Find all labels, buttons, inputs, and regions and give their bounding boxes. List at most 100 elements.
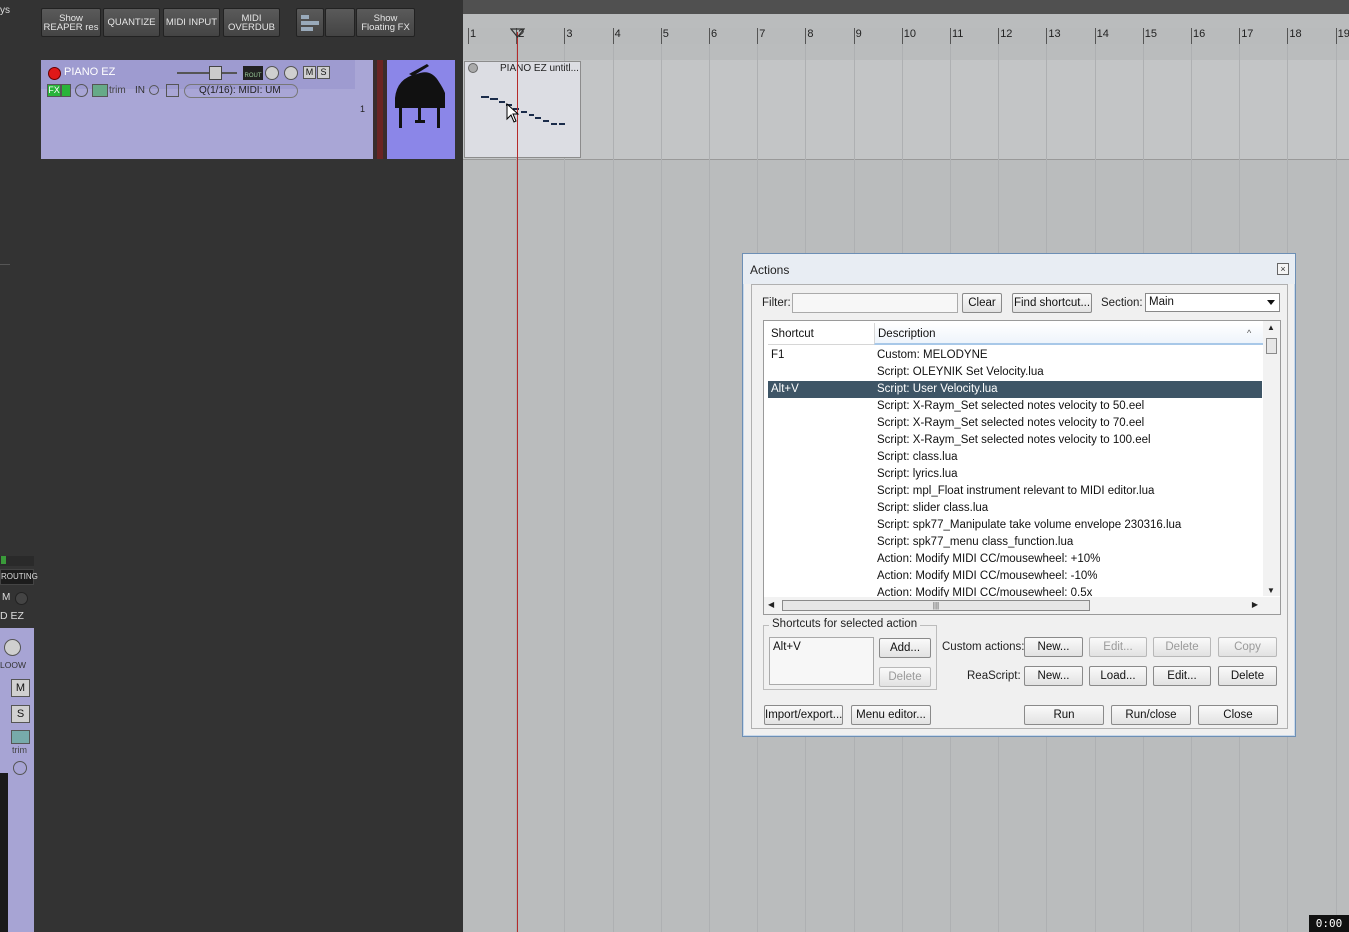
strip-mute-button[interactable]: M	[11, 679, 30, 697]
quantize-button[interactable]: QUANTIZE	[103, 8, 160, 37]
scroll-down-icon[interactable]: ▼	[1267, 586, 1275, 595]
track-name[interactable]: PIANO EZ	[64, 66, 115, 78]
vertical-scroll-thumb[interactable]	[1266, 338, 1277, 354]
scroll-left-icon[interactable]: ◀	[768, 600, 774, 609]
monitor-icon[interactable]	[166, 84, 179, 97]
action-row[interactable]: F1 Custom: MELODYNE	[768, 347, 1262, 364]
strip-solo-button[interactable]: S	[11, 705, 30, 723]
show-floating-fx-button[interactable]: Show Floating FX	[356, 8, 415, 37]
section-dropdown[interactable]: Main	[1145, 293, 1280, 312]
close-button[interactable]: Close	[1198, 705, 1278, 725]
action-row[interactable]: Action: Modify MIDI CC/mousewheel: +10%	[768, 551, 1262, 568]
run-button[interactable]: Run	[1024, 705, 1104, 725]
playhead-marker-icon[interactable]	[510, 28, 525, 38]
action-list[interactable]: Shortcut Description ^ F1 Custom: MELODYN…	[763, 320, 1281, 615]
mixer-layout-button[interactable]	[296, 8, 324, 37]
actions-dialog[interactable]: Actions × Filter: Clear Find shortcut...…	[742, 253, 1296, 737]
track-panel[interactable]: PIANO EZ ROUT M S FX trim IN Q(1/16): MI…	[41, 60, 355, 159]
midi-item[interactable]: PIANO EZ untitl...	[464, 61, 581, 158]
trim-label[interactable]: trim	[109, 85, 126, 96]
action-row[interactable]: Script: mpl_Float instrument relevant to…	[768, 483, 1262, 500]
track-number: 1	[360, 104, 366, 114]
playhead[interactable]	[517, 32, 518, 932]
action-row[interactable]: Script: OLEYNIK Set Velocity.lua	[768, 364, 1262, 381]
mixer-layout-icon	[301, 14, 319, 31]
action-description: Script: mpl_Float instrument relevant to…	[877, 485, 1155, 497]
midi-input-button[interactable]: MIDI INPUT	[163, 8, 220, 37]
strip-fader-edge[interactable]	[0, 773, 8, 932]
custom-delete-button[interactable]: Delete	[1153, 637, 1211, 657]
action-row[interactable]: Action: Modify MIDI CC/mousewheel: -10%	[768, 568, 1262, 585]
clear-button[interactable]: Clear	[962, 293, 1002, 313]
custom-edit-button[interactable]: Edit...	[1089, 637, 1147, 657]
item-lock-icon[interactable]	[468, 63, 478, 73]
action-description: Script: lyrics.lua	[877, 468, 958, 480]
input-label[interactable]: IN	[135, 85, 145, 96]
toolbar-blank-button[interactable]	[325, 8, 355, 37]
action-row[interactable]: Script: spk77_menu class_function.lua	[768, 534, 1262, 551]
action-row[interactable]: Alt+V Script: User Velocity.lua	[768, 381, 1262, 398]
import-export-button[interactable]: Import/export...	[764, 705, 843, 725]
dialog-close-icon[interactable]: ×	[1277, 263, 1289, 275]
scroll-up-icon[interactable]: ▲	[1267, 323, 1275, 332]
action-row[interactable]: Script: spk77_Manipulate take volume env…	[768, 517, 1262, 534]
fx-button[interactable]: FX	[47, 84, 61, 97]
envelope-icon-track[interactable]	[92, 84, 108, 97]
shortcut-entry[interactable]: Alt+V	[773, 641, 801, 653]
action-row[interactable]: Script: lyrics.lua	[768, 466, 1262, 483]
scroll-right-icon[interactable]: ▶	[1252, 600, 1258, 609]
pan-knob-track[interactable]	[265, 66, 279, 80]
ruler-tick	[612, 28, 614, 44]
track-mute-button[interactable]: M	[303, 66, 316, 79]
delete-shortcut-button[interactable]: Delete	[879, 667, 931, 687]
pan-knob[interactable]	[4, 639, 21, 656]
reascript-new-button[interactable]: New...	[1024, 666, 1083, 686]
record-arm-button[interactable]	[48, 67, 61, 80]
dialog-titlebar[interactable]: Actions ×	[743, 254, 1295, 284]
ruler-number: 6	[711, 28, 718, 40]
input-dropdown-icon[interactable]	[149, 85, 159, 95]
menu-editor-button[interactable]: Menu editor...	[851, 705, 931, 725]
action-row[interactable]: Script: X-Raym_Set selected notes veloci…	[768, 398, 1262, 415]
custom-copy-button[interactable]: Copy	[1218, 637, 1277, 657]
ruler-tick	[564, 28, 566, 44]
horizontal-scrollbar[interactable]: ◀ ||| ▶	[764, 597, 1280, 614]
reascript-delete-button[interactable]: Delete	[1218, 666, 1277, 686]
midi-notes	[481, 96, 565, 125]
fx-chain-slot[interactable]: Q(1/16): MIDI: UM	[184, 84, 298, 98]
volume-fader-handle[interactable]	[209, 66, 222, 80]
fx-bypass-icon[interactable]	[61, 84, 71, 97]
phase-icon-track[interactable]	[75, 84, 88, 97]
reascript-load-button[interactable]: Load...	[1089, 666, 1147, 686]
find-shortcut-button[interactable]: Find shortcut...	[1012, 293, 1092, 313]
run-close-button[interactable]: Run/close	[1111, 705, 1191, 725]
midi-overdub-button[interactable]: MIDI OVERDUB	[223, 8, 280, 37]
volume-fader-track[interactable]	[177, 72, 237, 74]
action-row[interactable]: Script: slider class.lua	[768, 500, 1262, 517]
reascript-edit-button[interactable]: Edit...	[1153, 666, 1211, 686]
action-description: Action: Modify MIDI CC/mousewheel: -10%	[877, 570, 1098, 582]
route-button[interactable]: ROUT	[243, 66, 263, 80]
custom-new-button[interactable]: New...	[1024, 637, 1083, 657]
envelope-icon[interactable]	[11, 730, 30, 744]
phase-icon[interactable]	[13, 761, 27, 775]
width-knob[interactable]	[284, 66, 298, 80]
horizontal-scroll-thumb[interactable]: |||	[782, 600, 1090, 611]
filter-input[interactable]	[792, 293, 958, 313]
vertical-scrollbar[interactable]: ▲ ▼	[1263, 321, 1280, 596]
timeline-ruler[interactable]: 1 2 3 4 5 6 7 8 9 10 11 12 13 14 15 16 17 18 19	[463, 28, 1349, 44]
strip-mode-dropdown[interactable]	[15, 592, 28, 605]
column-shortcut-header[interactable]: Shortcut	[768, 323, 874, 345]
add-shortcut-button[interactable]: Add...	[879, 638, 931, 658]
action-row[interactable]: Script: class.lua	[768, 449, 1262, 466]
column-description-label: Description	[878, 328, 936, 340]
show-reaper-res-button[interactable]: Show REAPER res	[41, 8, 101, 37]
track-solo-button[interactable]: S	[317, 66, 330, 79]
column-description-header[interactable]: Description ^	[874, 323, 1264, 345]
routing-button[interactable]: ROUTING	[0, 569, 38, 585]
action-row[interactable]: Script: X-Raym_Set selected notes veloci…	[768, 415, 1262, 432]
ruler-tick	[1142, 28, 1144, 44]
action-row[interactable]: Script: X-Raym_Set selected notes veloci…	[768, 432, 1262, 449]
track-lane[interactable]	[463, 60, 1349, 160]
shortcut-list[interactable]: Alt+V	[769, 637, 874, 685]
